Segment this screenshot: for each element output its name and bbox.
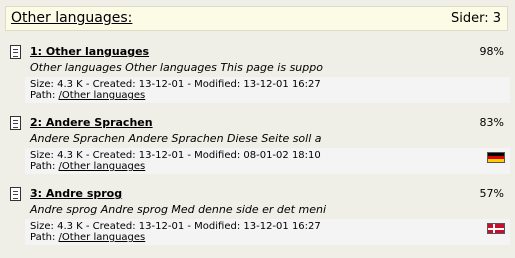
path-label: Path: xyxy=(30,90,56,101)
denmark-flag-icon[interactable] xyxy=(487,223,505,234)
result-score: 57% xyxy=(479,187,504,200)
search-result: 1: Other languages 98% Other languages O… xyxy=(5,45,510,105)
results-title-link[interactable]: Other languages: xyxy=(11,10,132,26)
result-meta: Size: 4.3 K - Created: 13-12-01 - Modifi… xyxy=(25,148,510,174)
result-meta: Size: 4.3 K - Created: 13-12-01 - Modifi… xyxy=(25,77,510,103)
result-title-link[interactable]: 2: Andere Sprachen xyxy=(30,116,153,129)
result-path: Path: /Other languages xyxy=(30,232,145,243)
pages-count: Sider: 3 xyxy=(450,11,501,26)
result-meta-info: Size: 4.3 K - Created: 13-12-01 - Modifi… xyxy=(30,221,321,232)
result-score: 83% xyxy=(479,116,504,129)
result-path: Path: /Other languages xyxy=(30,161,145,172)
result-title-link[interactable]: 3: Andre sprog xyxy=(30,187,122,200)
path-label: Path: xyxy=(30,232,56,243)
result-snippet: Other languages Other languages This pag… xyxy=(30,61,323,74)
document-icon xyxy=(10,45,21,59)
document-icon xyxy=(10,116,21,130)
result-title-link[interactable]: 1: Other languages xyxy=(30,45,149,58)
search-result: 3: Andre sprog 57% Andre sprog Andre spr… xyxy=(5,187,510,247)
search-result: 2: Andere Sprachen 83% Andere Sprachen A… xyxy=(5,116,510,176)
path-link[interactable]: /Other languages xyxy=(59,161,146,172)
result-snippet: Andere Sprachen Andere Sprachen Diese Se… xyxy=(30,132,322,145)
results-header: Other languages: Sider: 3 xyxy=(5,6,508,31)
path-label: Path: xyxy=(30,161,56,172)
result-meta: Size: 4.3 K - Created: 13-12-01 - Modifi… xyxy=(25,219,510,245)
result-path: Path: /Other languages xyxy=(30,90,145,101)
path-link[interactable]: /Other languages xyxy=(59,90,146,101)
result-meta-info: Size: 4.3 K - Created: 13-12-01 - Modifi… xyxy=(30,79,321,90)
document-icon xyxy=(10,187,21,201)
germany-flag-icon[interactable] xyxy=(487,152,505,163)
result-meta-info: Size: 4.3 K - Created: 13-12-01 - Modifi… xyxy=(30,150,321,161)
path-link[interactable]: /Other languages xyxy=(59,232,146,243)
result-score: 98% xyxy=(479,45,504,58)
result-snippet: Andre sprog Andre sprog Med denne side e… xyxy=(30,203,327,216)
